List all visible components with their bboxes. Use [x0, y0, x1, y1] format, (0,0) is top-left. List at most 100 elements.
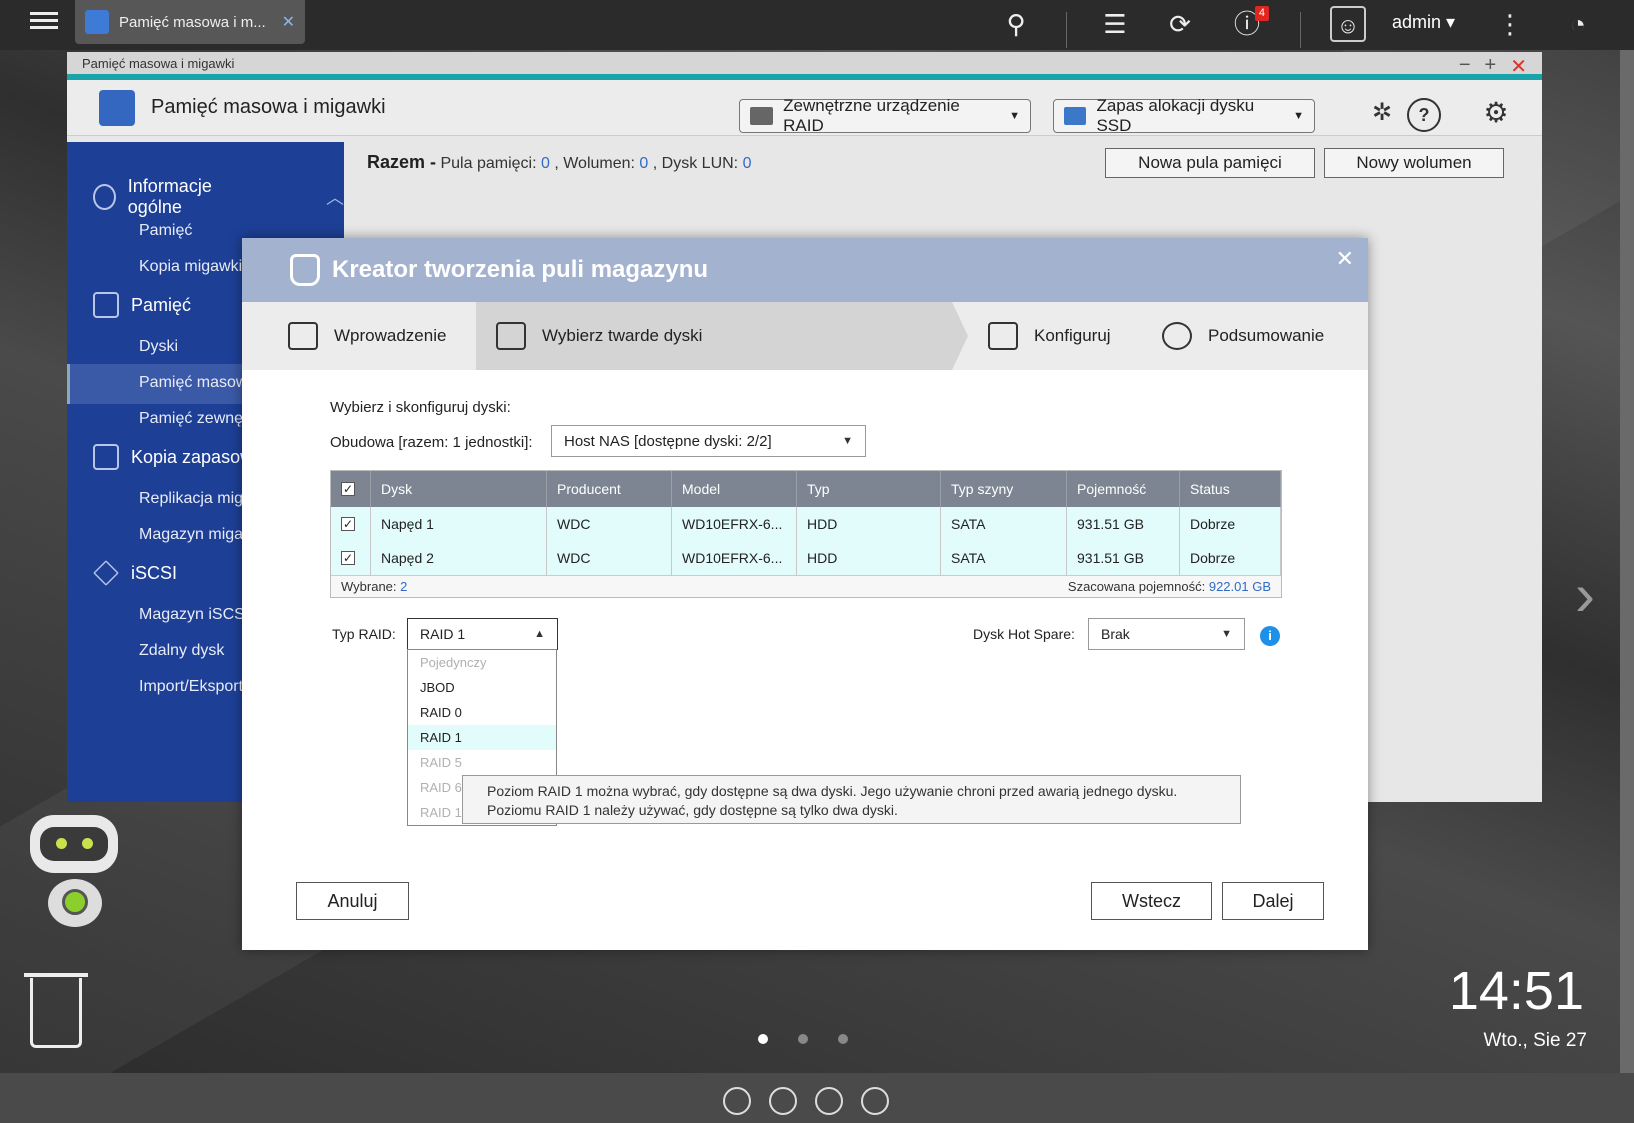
- cloud-icon[interactable]: [723, 1087, 751, 1115]
- close-window-icon[interactable]: ✕: [1510, 54, 1527, 79]
- table-cell: Dobrze: [1180, 541, 1281, 575]
- trash-icon[interactable]: [30, 978, 82, 1048]
- tooltip-line: Poziom RAID 1 można wybrać, gdy dostępne…: [487, 783, 1178, 799]
- select-all-checkbox[interactable]: ✓: [341, 482, 355, 496]
- external-raid-dropdown[interactable]: Zewnętrzne urządzenie RAID ▼: [739, 96, 1031, 135]
- desktop-page-dots: [758, 1034, 848, 1044]
- step-introduction: Wprowadzenie: [288, 302, 446, 370]
- summary-label: Razem -: [367, 152, 437, 172]
- maximize-icon[interactable]: +: [1485, 54, 1497, 79]
- page-dot[interactable]: [838, 1034, 848, 1044]
- desktop-date: Wto., Sie 27: [1483, 1030, 1588, 1051]
- table-cell: Dobrze: [1180, 507, 1281, 541]
- cancel-button[interactable]: Anuluj: [296, 882, 409, 920]
- tooltip-line: Poziomu RAID 1 należy używać, gdy dostęp…: [487, 802, 898, 818]
- more-options-icon[interactable]: ⋮: [1492, 6, 1528, 42]
- search-icon[interactable]: ⚲: [998, 6, 1034, 42]
- disks-stack-icon: [288, 322, 318, 350]
- select-all-cell: ✓: [331, 471, 371, 507]
- sidebar-section-overview[interactable]: Informacje ogólne ︿: [93, 176, 344, 218]
- table-row[interactable]: ✓ Napęd 1 WDC WD10EFRX-6... HDD SATA 931…: [331, 507, 1281, 541]
- row-checkbox[interactable]: ✓: [341, 551, 355, 565]
- user-avatar-icon[interactable]: ☺: [1330, 6, 1366, 42]
- column-header[interactable]: Typ szyny: [941, 471, 1067, 507]
- disk-table: ✓ Dysk Producent Model Typ Typ szyny Poj…: [330, 470, 1282, 598]
- new-pool-button[interactable]: Nowa pula pamięci: [1105, 148, 1315, 178]
- table-cell: 931.51 GB: [1067, 507, 1180, 541]
- notification-icon[interactable]: ⓘ 4: [1229, 6, 1269, 42]
- settings-gear-icon[interactable]: ⚙: [1479, 98, 1513, 132]
- step-arrow: [952, 302, 968, 370]
- chevron-up-icon[interactable]: ︿: [326, 184, 344, 210]
- chevron-down-icon: ▼: [1293, 110, 1304, 122]
- raid-option[interactable]: JBOD: [408, 675, 556, 700]
- enclosure-label: Obudowa [razem: 1 jednostki]:: [330, 434, 533, 451]
- new-volume-button[interactable]: Nowy wolumen: [1324, 148, 1504, 178]
- capacity-value: 922.01 GB: [1208, 579, 1271, 594]
- column-header[interactable]: Dysk: [371, 471, 547, 507]
- row-checkbox[interactable]: ✓: [341, 517, 355, 531]
- disk-table-header: ✓ Dysk Producent Model Typ Typ szyny Poj…: [331, 471, 1281, 507]
- raid-option[interactable]: RAID 0: [408, 700, 556, 725]
- dashboard-icon[interactable]: ◔: [1560, 6, 1596, 42]
- minimize-icon[interactable]: −: [1459, 54, 1471, 79]
- tools-icon[interactable]: [769, 1087, 797, 1115]
- window-titlebar: Pamięć masowa i migawki: [67, 52, 1542, 80]
- back-button[interactable]: Wstecz: [1091, 882, 1212, 920]
- column-header[interactable]: Status: [1180, 471, 1281, 507]
- table-footer: Wybrane: 2 Szacowana pojemność: 922.01 G…: [331, 575, 1281, 597]
- close-icon[interactable]: ✕: [1336, 246, 1354, 272]
- next-button[interactable]: Dalej: [1222, 882, 1324, 920]
- camera-icon: [93, 444, 119, 470]
- sidebar-section-storage[interactable]: Pamięć: [93, 292, 191, 318]
- app-tab[interactable]: Pamięć masowa i m... ✕: [75, 0, 305, 44]
- hot-spare-value: Brak: [1101, 626, 1130, 642]
- enclosure-select[interactable]: Host NAS [dostępne dyski: 2/2] ▼: [551, 425, 866, 457]
- sidebar-section-backup[interactable]: Kopia zapasowa: [93, 444, 263, 470]
- desktop-edge: [1620, 0, 1634, 1123]
- sidebar-section-iscsi[interactable]: iSCSI: [93, 560, 177, 586]
- ssd-icon: [1064, 107, 1087, 125]
- row-select-cell: ✓: [331, 507, 371, 541]
- raid-option[interactable]: RAID 1: [408, 725, 556, 750]
- column-header[interactable]: Producent: [547, 471, 672, 507]
- menu-icon[interactable]: [30, 8, 58, 36]
- info-icon[interactable]: i: [1260, 626, 1280, 646]
- tasks-icon[interactable]: ☰: [1097, 6, 1133, 42]
- table-cell: WD10EFRX-6...: [672, 507, 797, 541]
- chevron-down-icon: ▼: [1221, 628, 1232, 640]
- volume-count[interactable]: 0: [639, 155, 648, 172]
- raid-device-icon: [750, 107, 774, 125]
- qboost-robot-icon[interactable]: [22, 815, 127, 935]
- window-titlebar-text: Pamięć masowa i migawki: [82, 55, 235, 71]
- table-cell: WDC: [547, 507, 672, 541]
- column-header[interactable]: Typ: [797, 471, 941, 507]
- sidebar-section-label: iSCSI: [131, 562, 178, 583]
- raid-type-select[interactable]: RAID 1 ▲: [407, 618, 558, 650]
- configure-icon: [988, 322, 1018, 350]
- sync-icon[interactable]: ⟳: [1162, 6, 1198, 42]
- step-select-disks: Wybierz twarde dyski: [476, 302, 952, 370]
- column-header[interactable]: Model: [672, 471, 797, 507]
- feedback-icon[interactable]: [861, 1087, 889, 1115]
- column-header[interactable]: Pojemność: [1067, 471, 1180, 507]
- help-icon[interactable]: ?: [1407, 98, 1441, 132]
- hot-spare-label: Dysk Hot Spare:: [973, 626, 1075, 642]
- lun-count[interactable]: 0: [743, 155, 752, 172]
- table-row[interactable]: ✓ Napęd 2 WDC WD10EFRX-6... HDD SATA 931…: [331, 541, 1281, 575]
- desktop-clock: 14:51: [1448, 961, 1584, 1021]
- user-menu[interactable]: admin ▾: [1392, 12, 1455, 33]
- next-page-arrow-icon[interactable]: ›: [1575, 560, 1595, 629]
- pool-count[interactable]: 0: [541, 155, 550, 172]
- page-dot[interactable]: [758, 1034, 768, 1044]
- step-label: Wybierz twarde dyski: [542, 326, 703, 345]
- app-tab-title: Pamięć masowa i m...: [119, 13, 266, 31]
- tools-icon[interactable]: ✲: [1365, 98, 1399, 132]
- hot-spare-select[interactable]: Brak ▼: [1088, 618, 1245, 650]
- ssd-overprovision-dropdown[interactable]: Zapas alokacji dysku SSD ▼: [1053, 96, 1315, 135]
- database-icon: [93, 292, 119, 318]
- page-dot[interactable]: [798, 1034, 808, 1044]
- manual-icon[interactable]: [815, 1087, 843, 1115]
- lun-label: , Dysk LUN:: [652, 155, 739, 172]
- close-tab-icon[interactable]: ✕: [282, 12, 295, 32]
